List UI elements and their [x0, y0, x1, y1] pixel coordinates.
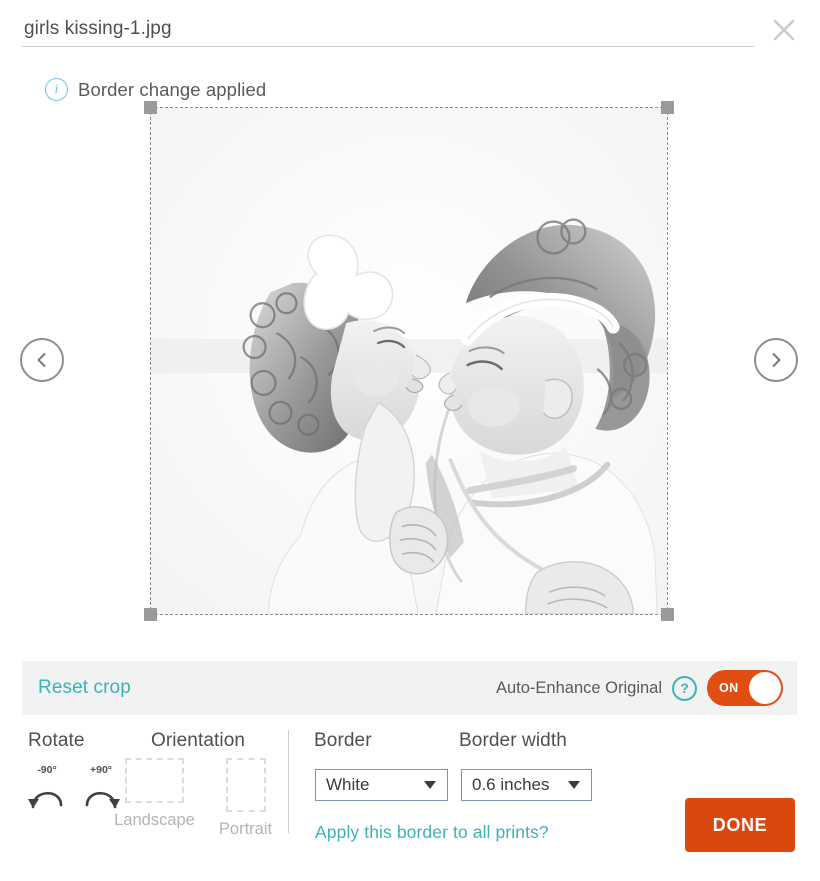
chevron-down-icon	[568, 781, 580, 789]
crop-handle-top-right[interactable]	[661, 101, 674, 114]
orientation-buttons: Landscape Portrait	[114, 758, 282, 839]
previous-image-button[interactable]	[20, 338, 64, 382]
toggle-knob	[749, 672, 781, 704]
border-width-title: Border width	[459, 730, 567, 751]
controls-divider	[288, 730, 289, 833]
crop-handle-bottom-right[interactable]	[661, 608, 674, 621]
border-title: Border	[314, 730, 372, 751]
info-icon: i	[45, 78, 68, 101]
orientation-portrait-label: Portrait	[218, 820, 273, 838]
close-icon	[770, 16, 798, 44]
rotate-right-label: +90°	[89, 764, 112, 776]
orientation-landscape-button[interactable]: Landscape	[114, 758, 195, 839]
orientation-landscape-label: Landscape	[114, 811, 195, 829]
rotate-title: Rotate	[28, 730, 85, 751]
border-change-notice: i Border change applied	[45, 78, 266, 101]
rotate-left-button[interactable]: -90°	[24, 764, 70, 814]
rotate-left-label: -90°	[37, 764, 57, 776]
orientation-portrait-button[interactable]: Portrait	[209, 758, 282, 839]
chevron-right-icon	[767, 351, 785, 369]
auto-enhance-group: Auto-Enhance Original ? ON	[496, 670, 783, 706]
auto-enhance-label: Auto-Enhance Original	[495, 678, 662, 697]
chevron-left-icon	[33, 351, 51, 369]
border-width-select[interactable]: 0.6 inches	[461, 769, 592, 801]
landscape-frame-icon	[125, 758, 184, 803]
portrait-frame-icon	[225, 758, 266, 812]
toggle-state-label: ON	[719, 681, 739, 695]
rotate-buttons: -90° +90°	[24, 764, 124, 814]
filename-row	[22, 18, 754, 48]
help-icon[interactable]: ?	[672, 675, 697, 701]
orientation-title: Orientation	[151, 730, 246, 751]
rotate-right-icon	[81, 777, 121, 811]
reset-crop-button[interactable]: Reset crop	[38, 677, 131, 699]
border-select-value: White	[326, 775, 370, 794]
border-select[interactable]: White	[315, 769, 448, 801]
crop-frame[interactable]	[144, 101, 674, 621]
auto-enhance-toggle[interactable]: ON	[707, 670, 783, 706]
border-width-select-value: 0.6 inches	[472, 775, 550, 794]
done-button[interactable]: DONE	[685, 798, 795, 852]
image-stage	[0, 100, 820, 630]
reset-enhance-bar: Reset crop Auto-Enhance Original ? ON	[22, 661, 797, 715]
crop-handle-top-left[interactable]	[144, 101, 157, 114]
chevron-down-icon	[424, 781, 436, 789]
notice-text: Border change applied	[78, 78, 267, 100]
filename-input[interactable]	[22, 18, 754, 47]
close-button[interactable]	[762, 8, 806, 52]
photo-preview	[151, 108, 667, 614]
next-image-button[interactable]	[754, 338, 798, 382]
crop-handle-bottom-left[interactable]	[144, 608, 157, 621]
rotate-left-icon	[27, 777, 67, 811]
apply-border-to-all-link[interactable]: Apply this border to all prints?	[315, 822, 549, 843]
